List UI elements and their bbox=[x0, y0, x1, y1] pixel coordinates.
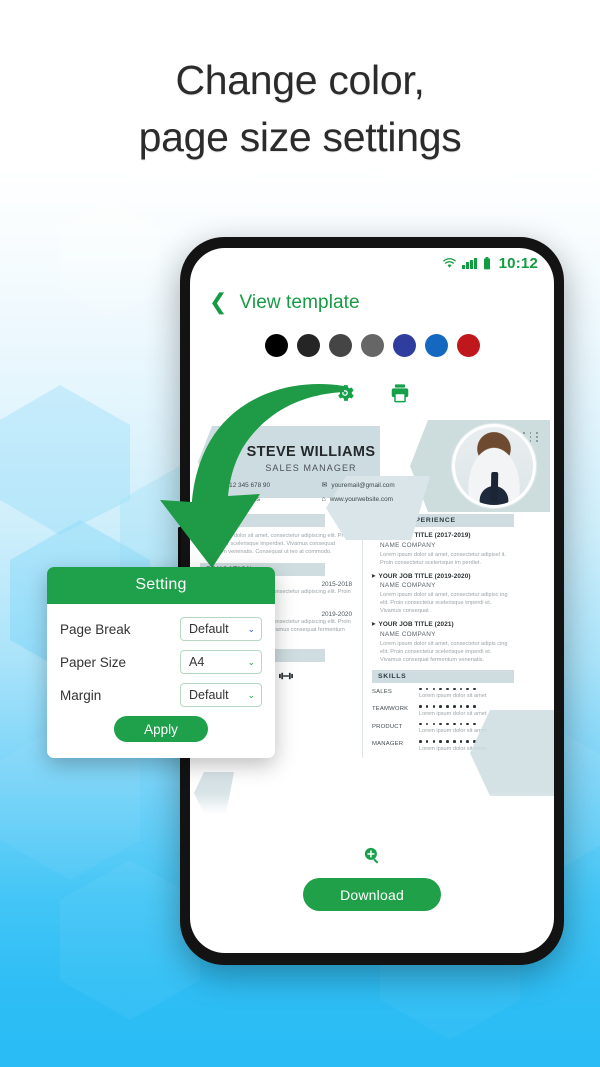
back-chevron-icon[interactable]: ❮ bbox=[209, 292, 227, 314]
page-headline: Change color, page size settings bbox=[138, 57, 462, 160]
setting-select-page-break[interactable]: Default ⌄ bbox=[180, 617, 262, 641]
setting-row-paper-size: Paper Size A4 ⌄ bbox=[60, 650, 262, 674]
app-bar: ❮ View template bbox=[190, 284, 554, 322]
work-company: NAME COMPANY bbox=[380, 630, 436, 638]
status-bar: 10:12 bbox=[190, 248, 554, 278]
skill-rating-dots bbox=[419, 687, 514, 691]
resume-fade-overlay bbox=[190, 792, 554, 820]
wifi-icon bbox=[443, 257, 456, 268]
chevron-down-icon: ⌄ bbox=[247, 689, 255, 700]
resume-avatar bbox=[452, 424, 536, 508]
setting-select-value: Default bbox=[189, 622, 229, 636]
zoom-in-icon[interactable] bbox=[363, 846, 382, 865]
work-text: Lorem ipsum dolor sit amet, consectetur … bbox=[380, 592, 508, 614]
dumbbell-icon bbox=[279, 672, 293, 679]
setting-label: Paper Size bbox=[60, 654, 127, 670]
work-company: NAME COMPANY bbox=[380, 541, 436, 549]
work-item: YOUR JOB TITLE (2021) NAME COMPANY Lorem i… bbox=[372, 621, 514, 664]
setting-label: Page Break bbox=[60, 621, 131, 637]
color-swatch-black[interactable] bbox=[264, 334, 288, 357]
setting-select-margin[interactable]: Default ⌄ bbox=[180, 683, 262, 707]
setting-select-value: Default bbox=[189, 688, 229, 702]
setting-row-margin: Margin Default ⌄ bbox=[60, 683, 262, 707]
work-text: Lorem ipsum dolor sit amet, consectetur … bbox=[380, 551, 506, 566]
education-year: 2019-2020 bbox=[321, 611, 352, 618]
app-bar-title: View template bbox=[239, 292, 360, 313]
section-title-skills: SKILLS bbox=[372, 669, 514, 683]
screenshot-stage: Change color, page size settings 10:12 ❮… bbox=[0, 0, 600, 1067]
skill-rating-dots bbox=[419, 705, 514, 708]
signal-icon bbox=[462, 257, 477, 269]
color-swatch-blue[interactable] bbox=[424, 334, 448, 357]
chevron-down-icon: ⌄ bbox=[247, 656, 255, 667]
skill-name: MANAGER bbox=[372, 741, 404, 748]
work-job-title: YOUR JOB TITLE (2021) bbox=[372, 621, 514, 628]
work-experience-list: YOUR JOB TITLE (2017-2019)NAME COMPANYLo… bbox=[372, 532, 514, 664]
color-swatch-red[interactable] bbox=[456, 334, 480, 357]
work-text: Lorem ipsum dolor sit amet, consectetur … bbox=[380, 640, 508, 663]
setting-select-paper-size[interactable]: A4 ⌄ bbox=[180, 650, 262, 674]
green-curved-down-arrow-icon bbox=[160, 384, 344, 568]
color-swatch-dark-gray[interactable] bbox=[296, 334, 320, 357]
color-swatch-gray[interactable] bbox=[360, 334, 384, 357]
color-swatch-row bbox=[190, 334, 554, 357]
skill-name: PRODUCT bbox=[372, 723, 403, 730]
work-company: NAME COMPANY bbox=[380, 582, 436, 589]
setting-dialog[interactable]: Setting Page Break Default ⌄ Paper Size A4 ⌄ M… bbox=[47, 567, 275, 758]
setting-dialog-body: Page Break Default ⌄ Paper Size A4 ⌄ Margin Def… bbox=[47, 604, 275, 758]
apply-button[interactable]: Apply bbox=[114, 716, 208, 742]
print-icon[interactable] bbox=[389, 382, 411, 404]
download-button[interactable]: Download bbox=[303, 878, 441, 911]
zoom-in-icon-wrap[interactable] bbox=[190, 846, 554, 865]
work-item: YOUR JOB TITLE (2019-2020) NAME COMPANY Lo… bbox=[372, 573, 514, 616]
setting-row-page-break: Page Break Default ⌄ bbox=[60, 617, 262, 641]
skill-item: SALES Lorem ipsum dolor sit amet bbox=[372, 687, 514, 701]
color-swatch-indigo[interactable] bbox=[392, 334, 416, 357]
skill-name: SALES bbox=[372, 688, 392, 695]
setting-select-value: A4 bbox=[189, 655, 205, 669]
skill-text: Lorem ipsum dolor sit amet bbox=[419, 693, 487, 700]
setting-dialog-title: Setting bbox=[47, 567, 275, 604]
skill-detail: Lorem ipsum dolor sit amet bbox=[419, 687, 514, 701]
status-time: 10:12 bbox=[498, 254, 538, 272]
color-swatch-charcoal[interactable] bbox=[328, 334, 352, 357]
work-job-title: YOUR JOB TITLE (2019-2020) bbox=[372, 573, 514, 580]
setting-label: Margin bbox=[60, 687, 102, 703]
skill-name: TEAMWORK bbox=[372, 706, 409, 713]
battery-icon bbox=[483, 256, 490, 269]
setting-rows: Page Break Default ⌄ Paper Size A4 ⌄ Margin Def… bbox=[60, 617, 262, 707]
chevron-down-icon: ⌄ bbox=[247, 623, 255, 634]
